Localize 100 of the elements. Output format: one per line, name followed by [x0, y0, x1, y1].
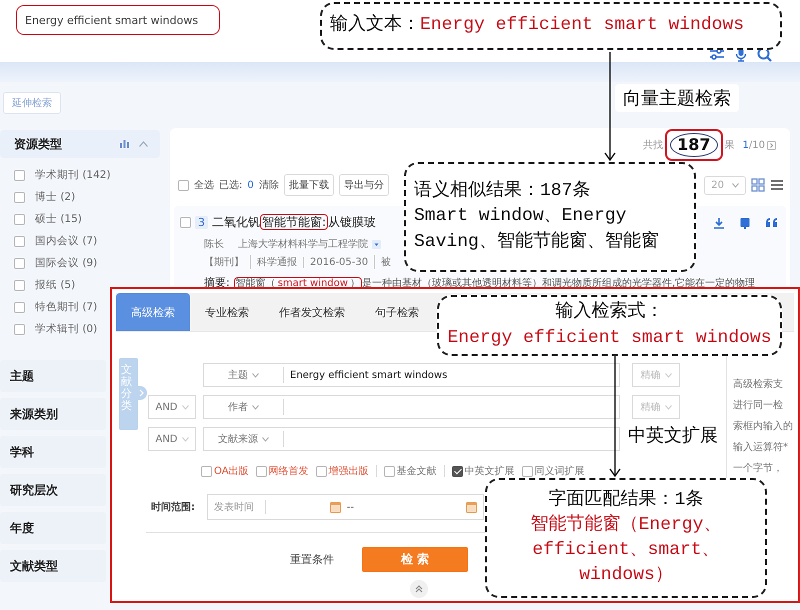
selected-label: 已选:: [219, 178, 242, 192]
checkbox[interactable]: [14, 324, 25, 334]
field-type-select[interactable]: 文献来源: [204, 431, 284, 447]
help-text: 一个字节，: [733, 462, 784, 476]
date-input[interactable]: 发表时间: [214, 500, 266, 514]
option-label[interactable]: 中英文扩展: [464, 464, 515, 478]
option-label[interactable]: 基金文献: [396, 464, 437, 478]
facet-option[interactable]: 国内会议 (7): [35, 234, 98, 248]
bar-chart-icon[interactable]: [120, 140, 129, 148]
search-tab[interactable]: 高级检索: [116, 293, 190, 331]
help-text: 输入运算符*: [733, 440, 789, 455]
author-name[interactable]: 陈长: [204, 237, 224, 251]
search-tab[interactable]: 专业检索: [190, 293, 264, 331]
reset-button[interactable]: 重置条件: [290, 552, 334, 567]
chevron-icon[interactable]: [138, 386, 147, 400]
book-icon[interactable]: [739, 216, 751, 228]
dropdown-icon[interactable]: [372, 240, 381, 248]
checkbox[interactable]: [14, 258, 25, 268]
field-type-select[interactable]: 主题: [204, 367, 284, 383]
field-type-select[interactable]: 作者: [204, 399, 284, 415]
option-label[interactable]: 增强出版: [328, 464, 369, 478]
annotation-label: 向量主题检索: [615, 84, 739, 112]
filter-section-header[interactable]: 学科: [0, 436, 106, 468]
publish-date: 2016-05-30: [303, 256, 374, 268]
grid-view-icon[interactable]: [751, 178, 765, 192]
select-all-label[interactable]: 全选: [194, 178, 214, 192]
annotation-text: Smart window、Energy: [414, 205, 628, 228]
abstract-label: 摘要:: [204, 275, 230, 290]
search-condition-field[interactable]: 主题 Energy efficient smart windows: [203, 363, 620, 387]
result-count-label: 共找: [643, 138, 664, 152]
search-field[interactable]: Energy efficient smart windows: [16, 5, 220, 35]
range-separator: --: [346, 502, 354, 512]
search-tab[interactable]: 作者发文检索: [264, 293, 360, 331]
result-count-label: 果: [724, 139, 735, 152]
facet-option[interactable]: 硕士 (15): [35, 212, 82, 226]
annotation-text: 输入文本：Energy efficient smart windows: [330, 13, 746, 38]
checkbox[interactable]: [178, 180, 189, 190]
checkbox[interactable]: [14, 214, 25, 224]
filter-section-header[interactable]: 来源类别: [0, 398, 106, 430]
download-icon[interactable]: [713, 216, 725, 228]
affiliation[interactable]: 上海大学材料科学与工程学院: [238, 237, 368, 251]
checkbox[interactable]: [180, 217, 191, 228]
search-condition-field[interactable]: 文献来源: [203, 427, 620, 451]
result-title[interactable]: 二氧化钒 智能节能窗: 从镀膜玻: [212, 214, 376, 231]
filter-section-header[interactable]: 主题: [0, 360, 106, 392]
checkbox[interactable]: [14, 192, 25, 202]
list-view-icon[interactable]: [770, 178, 784, 192]
option-label[interactable]: 网络首发: [268, 464, 309, 478]
checkbox[interactable]: [14, 302, 25, 312]
field-value: Energy efficient smart windows: [289, 370, 448, 380]
filter-section-header[interactable]: 研究层次: [0, 474, 106, 506]
checkbox[interactable]: [14, 280, 25, 290]
checkbox[interactable]: [256, 466, 267, 476]
filter-icon[interactable]: [709, 47, 725, 61]
page-indicator: 1/10: [742, 140, 765, 150]
quote-icon[interactable]: [765, 216, 778, 228]
facet-option[interactable]: 特色期刊 (7): [35, 300, 98, 314]
checkbox[interactable]: [201, 466, 212, 476]
filter-section-header[interactable]: 年度: [0, 512, 106, 544]
checkbox[interactable]: [14, 236, 25, 246]
annotation-text: Saving、智能节能窗、智能窗: [414, 230, 660, 254]
facet-option[interactable]: 国际会议 (9): [35, 256, 98, 270]
option-label[interactable]: 同义词扩展: [534, 464, 585, 478]
checkbox[interactable]: [452, 466, 463, 476]
caret-icon: [664, 404, 672, 410]
facet-option[interactable]: 学术期刊 (142): [35, 168, 111, 182]
clear-link[interactable]: 清除: [258, 178, 279, 192]
filter-section-header[interactable]: 文献类型: [0, 550, 106, 582]
checkbox[interactable]: [522, 466, 533, 476]
caret-icon: [182, 436, 189, 442]
operator-select[interactable]: AND: [148, 427, 196, 451]
option-label[interactable]: OA出版: [214, 464, 249, 478]
annotation-text: 字面匹配结果：1条: [548, 488, 704, 512]
collapse-caret-icon[interactable]: [139, 141, 148, 147]
checkbox[interactable]: [14, 170, 25, 180]
toolbar-button[interactable]: 批量下载: [284, 174, 334, 196]
annotation-text: 智能节能窗（Energy、: [530, 512, 722, 537]
help-text: 索框内输入的: [733, 420, 793, 434]
facet-option[interactable]: 学术辑刊 (0): [35, 322, 98, 336]
source-type: 【期刊】: [204, 256, 245, 269]
calendar-icon[interactable]: [330, 501, 341, 513]
next-page-icon[interactable]: [767, 140, 776, 150]
facet-option[interactable]: 报纸 (5): [35, 278, 76, 292]
collapse-icon[interactable]: [410, 580, 428, 598]
search-icon[interactable]: [757, 47, 772, 62]
annotation-text: Energy efficient smart windows: [447, 326, 772, 350]
toolbar-button[interactable]: 导出与分: [338, 174, 389, 196]
help-text: 进行同一检: [733, 398, 784, 413]
caret-icon: [252, 404, 259, 410]
search-button[interactable]: 检 索: [362, 547, 468, 572]
operator-select[interactable]: AND: [148, 395, 196, 419]
search-condition-field[interactable]: 作者: [203, 395, 620, 419]
facet-option[interactable]: 博士 (2): [35, 190, 76, 204]
date-range-field[interactable]: 发表时间 --: [207, 494, 484, 520]
checkbox[interactable]: [384, 466, 395, 476]
search-tab[interactable]: 句子检索: [360, 293, 434, 331]
calendar-icon[interactable]: [466, 501, 477, 513]
facet-header[interactable]: 资源类型: [0, 130, 160, 158]
annotation-text: efficient、smart、: [532, 539, 720, 562]
checkbox[interactable]: [316, 466, 327, 476]
